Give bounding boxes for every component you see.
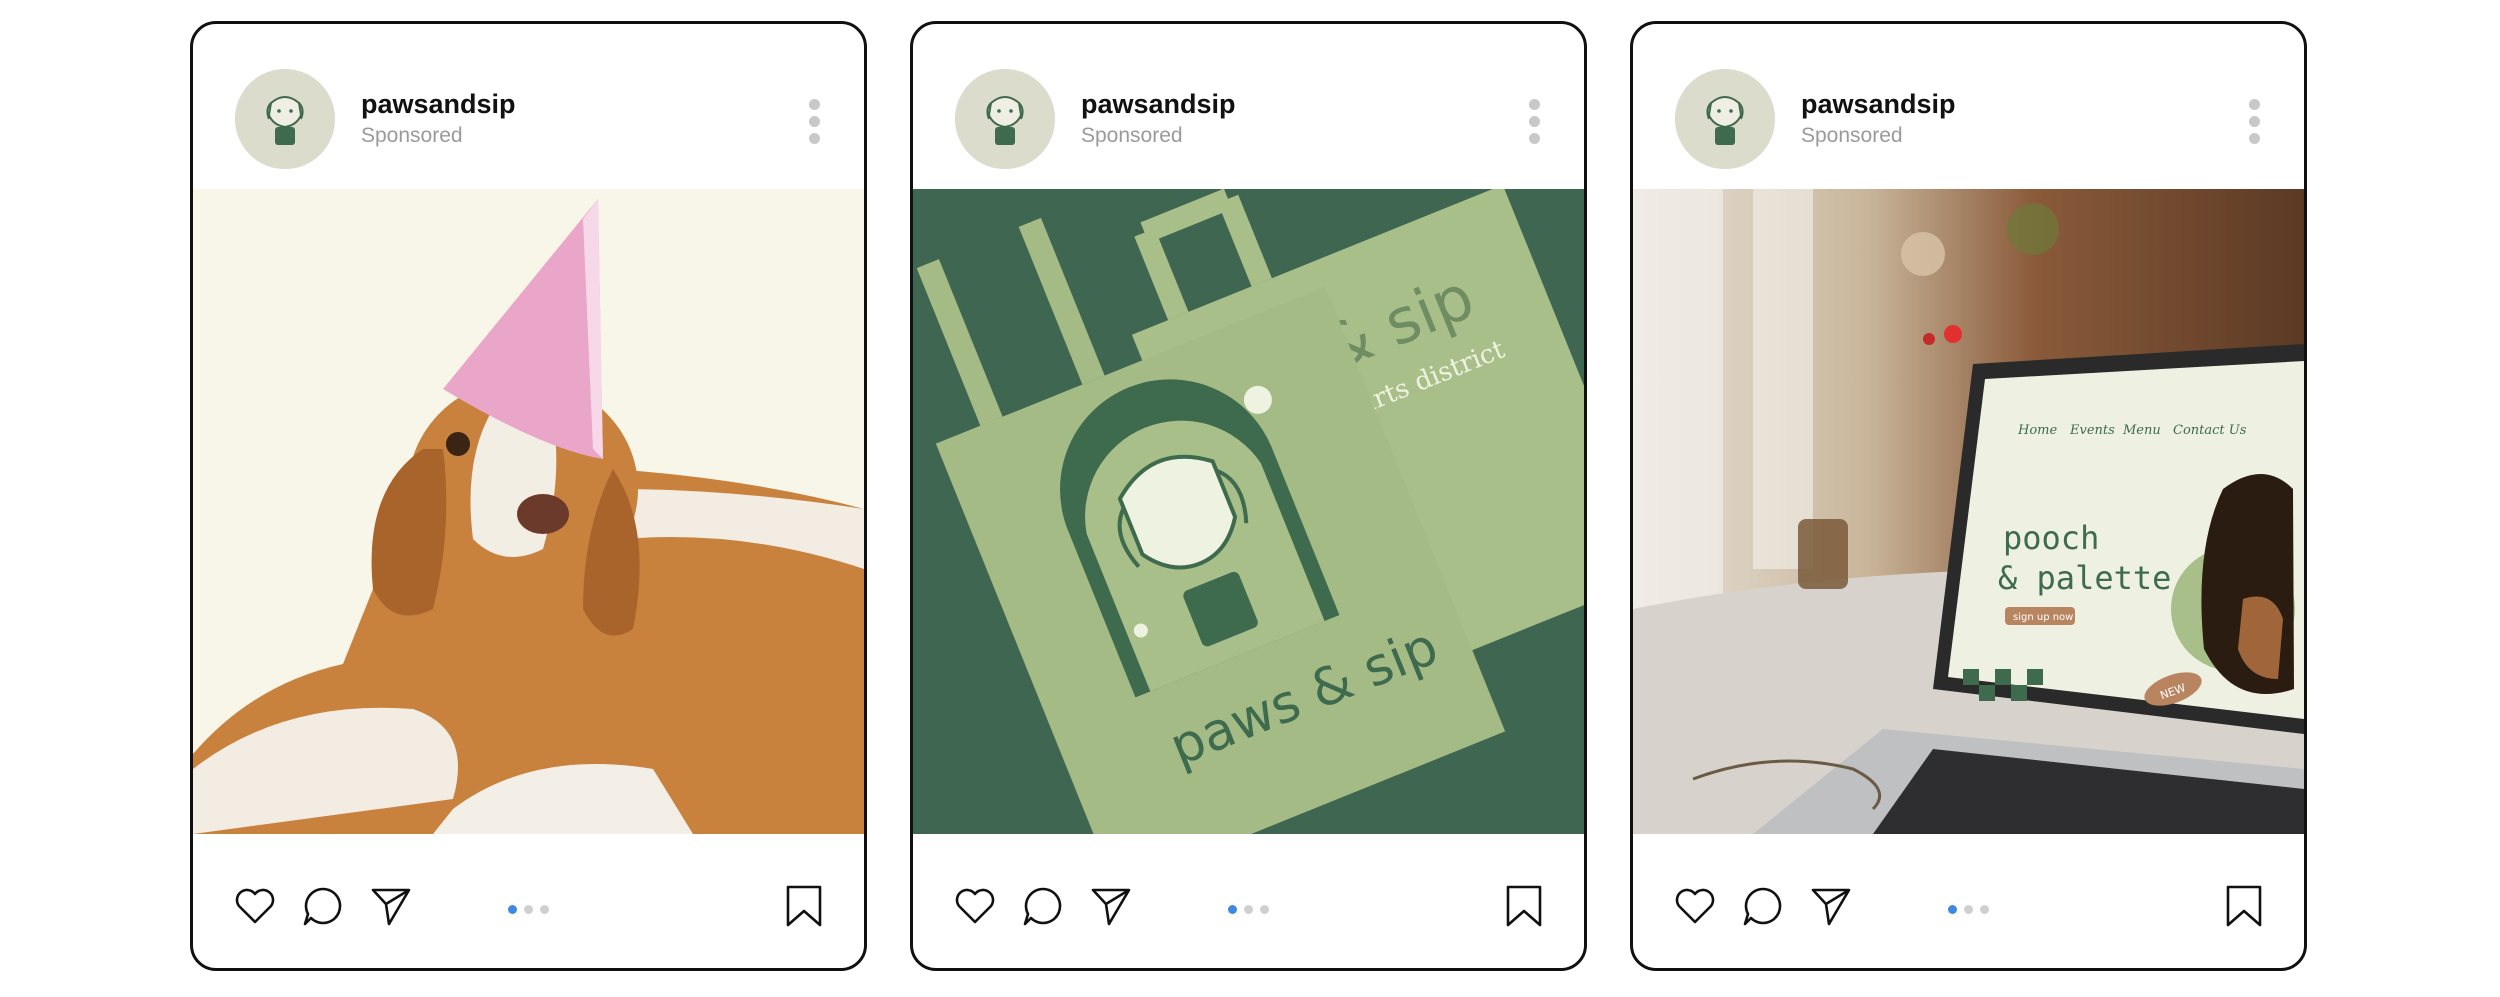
carousel-dot[interactable]: [508, 905, 517, 914]
username[interactable]: pawsandsip: [1081, 89, 1236, 120]
more-vertical-icon[interactable]: [1528, 99, 1542, 151]
bookmark-icon[interactable]: [1504, 884, 1544, 928]
heart-icon[interactable]: [953, 884, 997, 928]
more-vertical-icon[interactable]: [2248, 99, 2262, 151]
carousel-indicator: [1228, 905, 1276, 915]
paper-plane-icon[interactable]: [1809, 884, 1853, 928]
site-heading-line-1: pooch: [2003, 519, 2099, 557]
carousel-dot[interactable]: [524, 905, 533, 914]
sponsored-label: Sponsored: [1801, 124, 1903, 147]
site-nav-menu: Menu: [2122, 423, 2161, 438]
site-nav-contact: Contact Us: [2173, 423, 2247, 438]
bookmark-icon[interactable]: [2224, 884, 2264, 928]
sponsored-label: Sponsored: [1081, 124, 1183, 147]
sponsored-label: Sponsored: [361, 124, 463, 147]
carousel-dot[interactable]: [540, 905, 549, 914]
comment-icon[interactable]: [1021, 884, 1065, 928]
carousel-indicator: [508, 905, 556, 915]
heart-icon[interactable]: [1673, 884, 1717, 928]
post-image-tote-bags[interactable]: s & sip rk, arts district paws & sip: [913, 189, 1584, 834]
avatar[interactable]: [235, 69, 335, 169]
username[interactable]: pawsandsip: [1801, 89, 1956, 120]
carousel-dot[interactable]: [1948, 905, 1957, 914]
avatar[interactable]: [955, 69, 1055, 169]
post-header: pawsandsip Sponsored: [193, 24, 864, 189]
comment-icon[interactable]: [1741, 884, 1785, 928]
post-card: pawsandsip Sponsored s & sip rk, arts di…: [910, 21, 1587, 971]
post-header: pawsandsip Sponsored: [913, 24, 1584, 189]
comment-icon[interactable]: [301, 884, 345, 928]
carousel-indicator: [1948, 905, 1996, 915]
heart-icon[interactable]: [233, 884, 277, 928]
site-signup-button: sign up now: [2013, 612, 2073, 623]
avatar[interactable]: [1675, 69, 1775, 169]
post-actions: [913, 834, 1584, 968]
carousel-dot[interactable]: [1244, 905, 1253, 914]
site-nav-home: Home: [2017, 423, 2057, 438]
carousel-dot[interactable]: [1964, 905, 1973, 914]
carousel-dot[interactable]: [1260, 905, 1269, 914]
paper-plane-icon[interactable]: [369, 884, 413, 928]
bookmark-icon[interactable]: [784, 884, 824, 928]
post-card: pawsandsip Sponsored: [190, 21, 867, 971]
more-vertical-icon[interactable]: [808, 99, 822, 151]
post-header: pawsandsip Sponsored: [1633, 24, 2304, 189]
username[interactable]: pawsandsip: [361, 89, 516, 120]
site-nav-events: Events: [2069, 423, 2115, 438]
paper-plane-icon[interactable]: [1089, 884, 1133, 928]
post-actions: [193, 834, 864, 968]
post-card: pawsandsip Sponsored: [1630, 21, 2307, 971]
carousel-dot[interactable]: [1228, 905, 1237, 914]
post-actions: [1633, 834, 2304, 968]
post-image-laptop-cafe[interactable]: Home Events Menu Contact Us pooch & pale…: [1633, 189, 2304, 834]
carousel-dot[interactable]: [1980, 905, 1989, 914]
post-image-dog-party-hat[interactable]: [193, 189, 864, 834]
site-heading-line-2: & palette: [1998, 559, 2171, 597]
